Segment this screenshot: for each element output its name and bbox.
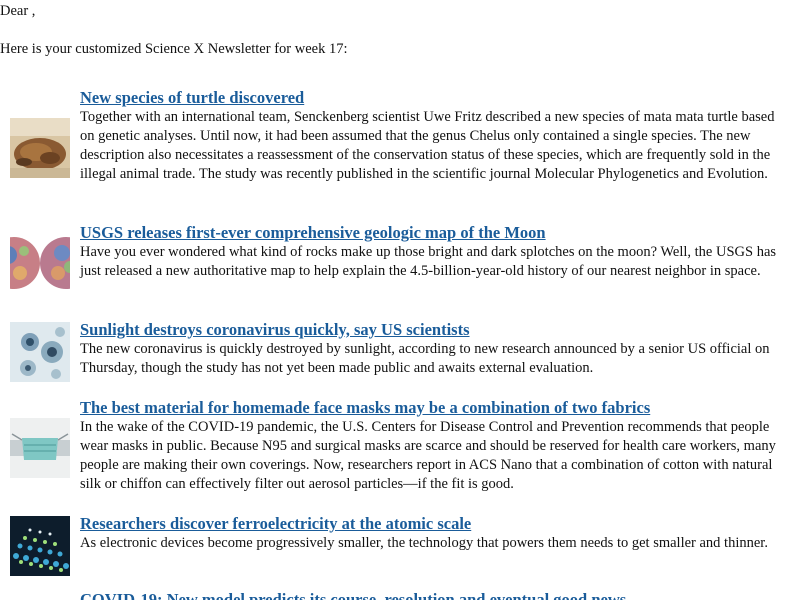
article-content: New species of turtle discovered Togethe… — [80, 88, 780, 184]
moon-map-image — [10, 233, 70, 293]
article-content: Sunlight destroys coronavirus quickly, s… — [80, 320, 780, 378]
moon-map-thumbnail[interactable] — [10, 233, 70, 293]
coronavirus-image — [10, 322, 70, 382]
article-title-link[interactable]: COVID-19: New model predicts its course,… — [80, 590, 780, 600]
turtle-image — [10, 118, 70, 178]
newsletter-intro: Here is your customized Science X Newsle… — [0, 41, 348, 57]
article-title-link[interactable]: Researchers discover ferroelectricity at… — [80, 514, 780, 534]
article-content: The best material for homemade face mask… — [80, 398, 780, 494]
face-mask-thumbnail[interactable] — [10, 418, 70, 478]
coronavirus-thumbnail[interactable] — [10, 322, 70, 382]
article-content: USGS releases first-ever comprehensive g… — [80, 223, 780, 281]
article-title-link[interactable]: Sunlight destroys coronavirus quickly, s… — [80, 320, 780, 340]
article-summary: In the wake of the COVID-19 pandemic, th… — [80, 419, 776, 492]
turtle-thumbnail[interactable] — [10, 118, 70, 178]
article-summary: The new coronavirus is quickly destroyed… — [80, 341, 770, 376]
article-content: COVID-19: New model predicts its course,… — [80, 590, 780, 600]
ferroelectric-thumbnail[interactable] — [10, 516, 70, 576]
article-summary: Have you ever wondered what kind of rock… — [80, 244, 777, 279]
atomic-lattice-image — [10, 516, 70, 576]
article-title-link[interactable]: The best material for homemade face mask… — [80, 398, 780, 418]
article-title-link[interactable]: USGS releases first-ever comprehensive g… — [80, 223, 780, 243]
greeting-text: Dear , — [0, 3, 36, 19]
article-title-link[interactable]: New species of turtle discovered — [80, 88, 780, 108]
article-summary: As electronic devices become progressive… — [80, 535, 768, 551]
article-summary: Together with an international team, Sen… — [80, 109, 775, 182]
article-content: Researchers discover ferroelectricity at… — [80, 514, 780, 553]
face-mask-image — [10, 418, 70, 478]
